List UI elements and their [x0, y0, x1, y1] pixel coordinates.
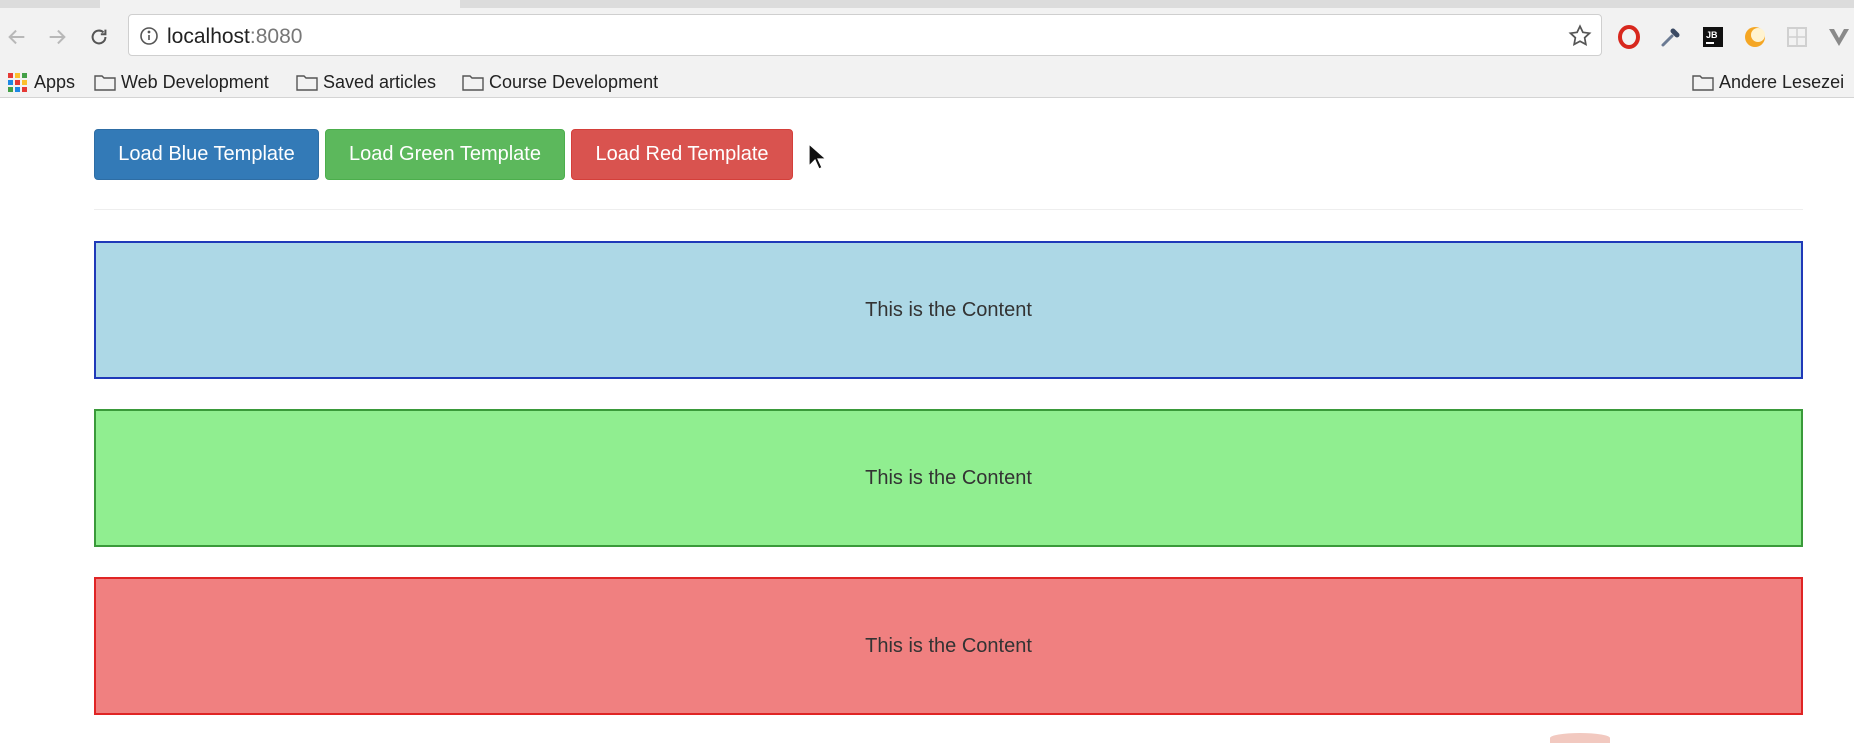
overlay-artifact	[1550, 733, 1610, 743]
bookmark-other-label: Andere Lesezei	[1719, 71, 1845, 92]
eyedropper-icon	[1661, 28, 1680, 47]
arrow-left-icon	[8, 29, 25, 45]
reload-button[interactable]	[84, 22, 114, 52]
moon-icon	[1745, 27, 1765, 47]
bookmark-label: Course Development	[489, 71, 659, 92]
bookmark-label: Web Development	[121, 71, 269, 92]
bookmarks-bar: Apps Web Development Saved articles Cour…	[0, 66, 1854, 98]
address-bar[interactable]: localhost:8080	[128, 14, 1602, 56]
bookmark-web-development[interactable]: Web Development	[94, 66, 269, 98]
apps-grid-icon	[8, 72, 27, 92]
jb-icon: JB	[1703, 27, 1723, 47]
folder-icon	[296, 75, 318, 91]
panel-content-text: This is the Content	[865, 298, 1032, 321]
green-template-panel: This is the Content	[94, 409, 1803, 547]
bookmark-other[interactable]: Andere Lesezei	[1692, 66, 1844, 98]
bookmark-label: Saved articles	[323, 71, 437, 92]
divider	[94, 209, 1803, 210]
folder-icon	[94, 75, 116, 91]
bookmark-saved-articles[interactable]: Saved articles	[296, 66, 436, 98]
opera-extension[interactable]	[1616, 24, 1642, 50]
red-template-panel: This is the Content	[94, 577, 1803, 715]
jb-extension[interactable]: JB	[1700, 24, 1726, 50]
url-text[interactable]: localhost:8080	[167, 25, 302, 49]
forward-button[interactable]	[42, 22, 72, 52]
grid-placeholder-icon	[1787, 27, 1807, 47]
opera-icon	[1618, 25, 1640, 49]
bookmark-apps-label: Apps	[34, 71, 76, 92]
info-icon[interactable]	[139, 26, 159, 46]
eyedropper-extension[interactable]	[1658, 24, 1684, 50]
bookmark-apps[interactable]: Apps	[8, 66, 75, 98]
browser-toolbar: localhost:8080 JB	[0, 8, 1854, 66]
folder-icon	[462, 75, 484, 91]
vue-extension[interactable]	[1826, 24, 1852, 50]
active-tab[interactable]	[100, 0, 460, 8]
blue-template-panel: This is the Content	[94, 241, 1803, 379]
star-icon[interactable]	[1567, 23, 1593, 49]
svg-text:JB: JB	[1706, 30, 1718, 40]
back-button[interactable]	[2, 22, 32, 52]
load-red-template-button[interactable]: Load Red Template	[571, 129, 793, 180]
url-host: localhost	[167, 25, 250, 48]
panel-content-text: This is the Content	[865, 466, 1032, 489]
load-blue-template-button[interactable]: Load Blue Template	[94, 129, 319, 180]
grid-extension[interactable]	[1784, 24, 1810, 50]
page-content: Load Blue Template Load Green Template L…	[0, 99, 1854, 743]
folder-icon	[1692, 75, 1714, 91]
url-port: :8080	[249, 25, 303, 48]
moon-extension[interactable]	[1742, 24, 1768, 50]
arrow-right-icon	[49, 29, 66, 45]
vue-icon	[1829, 29, 1849, 46]
panel-content-text: This is the Content	[865, 634, 1032, 657]
mouse-cursor-icon	[808, 143, 826, 170]
reload-icon	[91, 29, 107, 45]
tab-strip	[0, 0, 1854, 8]
load-green-template-button[interactable]: Load Green Template	[325, 129, 565, 180]
bookmark-course-development[interactable]: Course Development	[462, 66, 658, 98]
